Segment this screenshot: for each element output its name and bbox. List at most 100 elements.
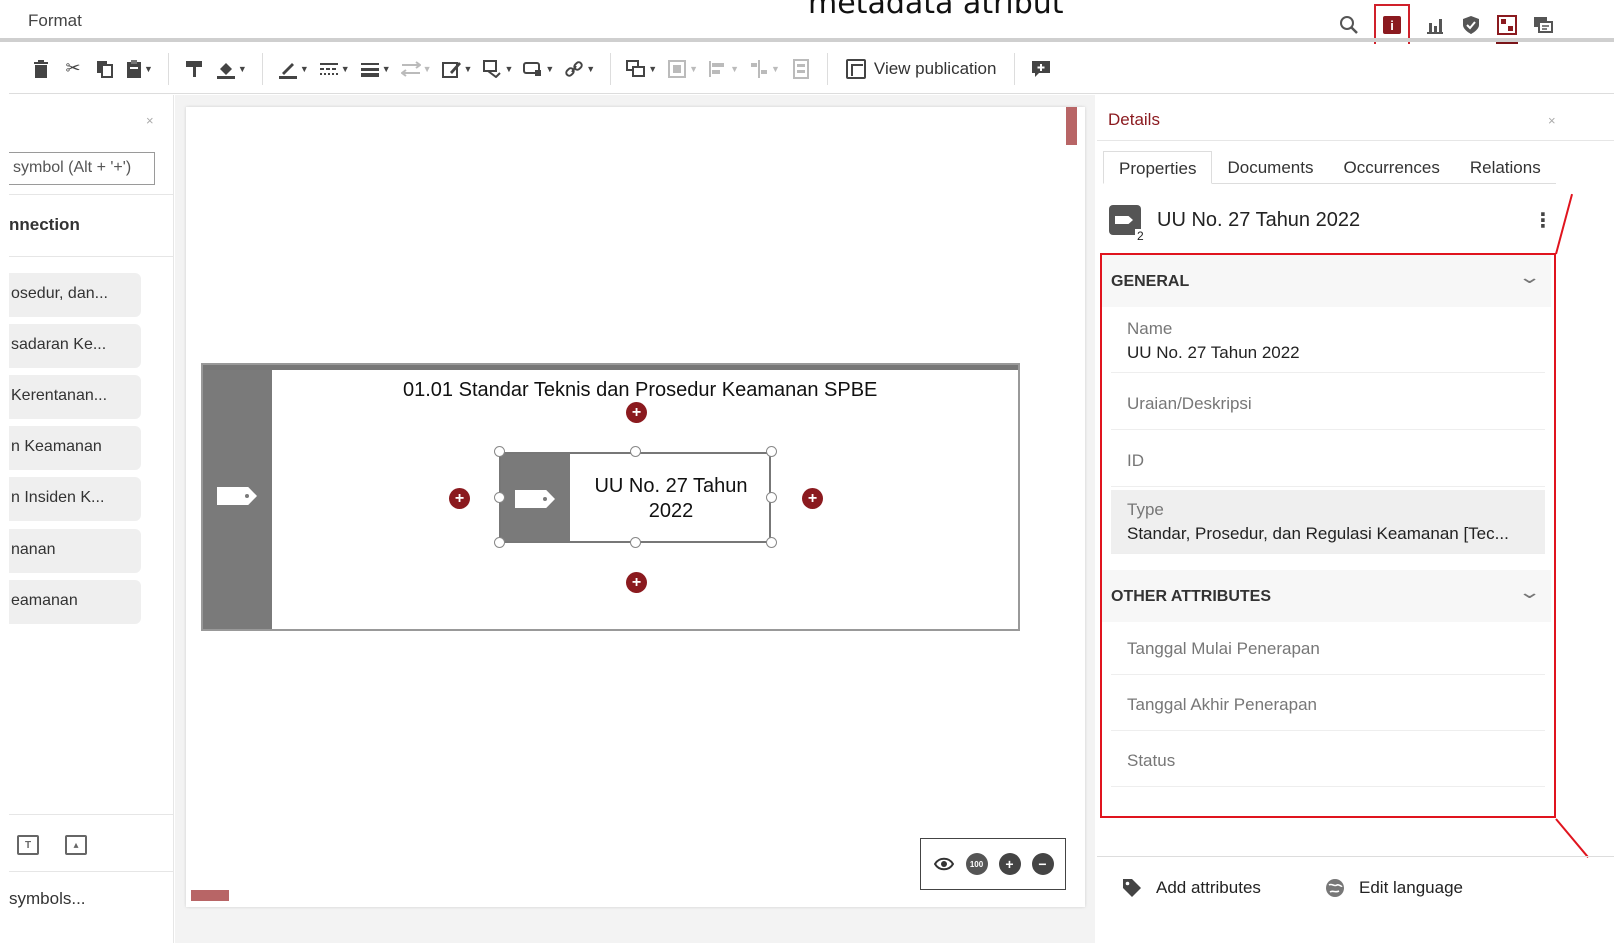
- container-top-border: [203, 365, 1018, 370]
- shield-icon[interactable]: [1460, 14, 1482, 36]
- container-symbol-strip: [203, 365, 272, 629]
- toolbar-separator: [1014, 52, 1016, 85]
- panel-divider: [9, 871, 174, 872]
- panel-divider: [9, 256, 174, 257]
- add-below-icon[interactable]: +: [626, 572, 647, 593]
- chat-icon[interactable]: [1532, 14, 1554, 36]
- symbol-item[interactable]: osedur, dan...: [9, 273, 141, 317]
- symbol-item[interactable]: n Keamanan: [9, 426, 141, 470]
- resize-handle[interactable]: [494, 492, 505, 503]
- panel-divider: [1097, 856, 1614, 857]
- tab-relations[interactable]: Relations: [1454, 151, 1556, 184]
- tag-icon: [217, 487, 257, 505]
- resize-handle[interactable]: [630, 537, 641, 548]
- details-tabs: Properties Documents Occurrences Relatio…: [1103, 151, 1556, 184]
- tab-documents[interactable]: Documents: [1212, 151, 1329, 184]
- annotation-caption: metadata atribut: [808, 0, 1064, 21]
- occurrence-count: 2: [1135, 229, 1146, 243]
- close-icon[interactable]: ×: [1548, 113, 1556, 128]
- add-right-icon[interactable]: +: [802, 488, 823, 509]
- tag-icon: [1122, 878, 1142, 898]
- tab-properties[interactable]: Properties: [1103, 151, 1213, 184]
- edit-language-label: Edit language: [1359, 878, 1463, 897]
- symbol-item[interactable]: sadaran Ke...: [9, 324, 141, 368]
- zoom-controls: 100 + −: [920, 838, 1066, 890]
- shape-outline-icon[interactable]: ▼: [520, 54, 557, 84]
- menu-format[interactable]: Format: [28, 11, 82, 31]
- bar-chart-icon[interactable]: [1424, 14, 1446, 36]
- view-publication-label: View publication: [873, 58, 997, 78]
- more-symbols-link[interactable]: symbols...: [9, 889, 86, 909]
- search-icon[interactable]: [1338, 14, 1360, 36]
- tag-glyph: [1115, 216, 1133, 224]
- add-left-icon[interactable]: +: [449, 488, 470, 509]
- add-above-icon[interactable]: +: [626, 402, 647, 423]
- section-title-connection[interactable]: nnection: [9, 215, 80, 235]
- image-icon[interactable]: ▴: [65, 835, 87, 855]
- change-symbol-icon[interactable]: ▼: [479, 54, 516, 84]
- tab-occurrences[interactable]: Occurrences: [1328, 151, 1455, 184]
- panel-tools: T ▴: [17, 835, 87, 855]
- horizontal-scrollbar[interactable]: [191, 890, 229, 901]
- info-glyph: i: [1383, 16, 1401, 34]
- dashboard-icon[interactable]: [1496, 14, 1518, 44]
- selected-node[interactable]: UU No. 27 Tahun 2022: [499, 452, 771, 543]
- resize-handle[interactable]: [630, 446, 641, 457]
- zoom-in-icon[interactable]: +: [998, 853, 1021, 875]
- zoom-100-icon[interactable]: 100: [965, 853, 988, 875]
- toolbar-separator: [167, 52, 169, 85]
- object-type-icon: 2: [1109, 205, 1146, 243]
- align-icon[interactable]: ▼: [705, 54, 742, 84]
- globe-icon: [1325, 878, 1345, 898]
- arrange-icon[interactable]: ▼: [623, 54, 660, 84]
- eye-icon[interactable]: [933, 853, 955, 875]
- panel-divider: [9, 814, 174, 815]
- view-publication-button[interactable]: View publication: [840, 58, 1003, 79]
- close-icon[interactable]: ×: [146, 113, 154, 128]
- line-style-icon[interactable]: ▼: [316, 54, 353, 84]
- size-icon[interactable]: [787, 54, 815, 84]
- toolbar-separator: [826, 52, 828, 85]
- zoom-out-icon[interactable]: −: [1031, 853, 1054, 875]
- resize-handle[interactable]: [766, 492, 777, 503]
- copy-icon[interactable]: [91, 54, 119, 84]
- line-weight-icon[interactable]: ▼: [357, 54, 394, 84]
- resize-handle[interactable]: [494, 446, 505, 457]
- toolbar: ✂ ▼ ▼ ▼ ▼ ▼ ▼ ▼ ▼ ▼ ▼ ▼ ▼ ▼ ▼ View publi…: [9, 44, 1614, 94]
- fill-color-icon[interactable]: ▼: [213, 54, 250, 84]
- resize-handle[interactable]: [766, 537, 777, 548]
- symbol-item[interactable]: n Insiden K...: [9, 477, 141, 521]
- group-icon[interactable]: ▼: [664, 54, 701, 84]
- connector-style-icon[interactable]: ▼: [398, 54, 435, 84]
- edit-language-button[interactable]: Edit language: [1325, 878, 1463, 898]
- add-comment-icon[interactable]: [1027, 54, 1055, 84]
- node-symbol-strip: [501, 454, 570, 541]
- container-title: 01.01 Standar Teknis dan Prosedur Keaman…: [403, 379, 878, 401]
- link-icon[interactable]: ▼: [561, 54, 598, 84]
- paste-icon[interactable]: ▼: [123, 54, 156, 84]
- symbol-item[interactable]: eamanan: [9, 580, 141, 624]
- annotation-highlight: [1100, 253, 1556, 818]
- details-title: Details: [1108, 110, 1160, 129]
- format-painter-icon[interactable]: [181, 54, 209, 84]
- symbol-search-input[interactable]: symbol (Alt + '+'): [9, 152, 155, 185]
- line-color-icon[interactable]: ▼: [275, 54, 312, 84]
- resize-handle[interactable]: [766, 446, 777, 457]
- more-options-icon[interactable]: ⋮: [1533, 208, 1553, 233]
- edit-shape-icon[interactable]: ▼: [439, 54, 476, 84]
- object-name: UU No. 27 Tahun 2022: [1157, 209, 1361, 231]
- toolbar-separator: [261, 52, 263, 85]
- symbol-item[interactable]: Kerentanan...: [9, 375, 141, 419]
- symbol-item[interactable]: nanan: [9, 529, 141, 573]
- panel-divider: [1097, 140, 1614, 141]
- add-attributes-button[interactable]: Add attributes: [1122, 878, 1261, 898]
- delete-icon[interactable]: [27, 54, 55, 84]
- distribute-icon[interactable]: ▼: [746, 54, 783, 84]
- header-divider: [0, 38, 1614, 42]
- symbols-panel: × symbol (Alt + '+') nnection osedur, da…: [9, 95, 174, 943]
- text-box-icon[interactable]: T: [17, 835, 39, 855]
- resize-handle[interactable]: [494, 537, 505, 548]
- cut-icon[interactable]: ✂: [59, 54, 87, 84]
- vertical-scrollbar[interactable]: [1066, 107, 1077, 145]
- publication-icon: [845, 58, 866, 79]
